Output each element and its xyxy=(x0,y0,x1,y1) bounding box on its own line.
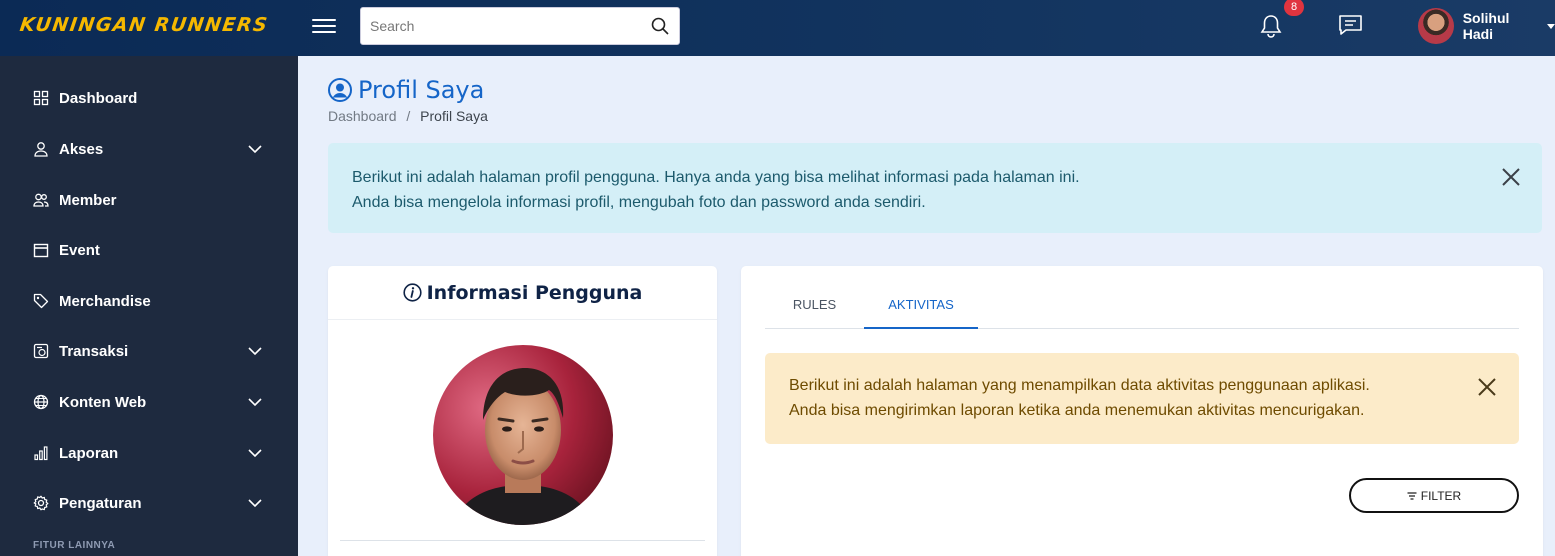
sidebar-item-label: Laporan xyxy=(59,444,119,462)
sidebar-item-akses[interactable]: Akses xyxy=(0,129,298,169)
user-info-card: Informasi Pengguna xyxy=(328,266,717,556)
search-input[interactable] xyxy=(361,8,631,44)
top-navbar: Kuningan Runners 8 Solihul Hadi xyxy=(0,0,1555,56)
sidebar-item-label: Event xyxy=(59,241,100,259)
chevron-down-icon xyxy=(248,449,262,458)
divider xyxy=(340,540,705,541)
sidebar-item-label: Merchandise xyxy=(59,292,151,310)
sidebar-section-label: FITUR LAINNYA xyxy=(33,540,116,551)
page-title: Profil Saya xyxy=(328,76,484,104)
chevron-down-icon xyxy=(248,347,262,356)
receipt-icon xyxy=(33,343,49,359)
menu-toggle-icon[interactable] xyxy=(312,15,336,37)
breadcrumb-separator: / xyxy=(406,108,411,124)
sidebar-item-member[interactable]: Member xyxy=(0,180,298,220)
sidebar-item-label: Member xyxy=(59,191,117,209)
sidebar-item-laporan[interactable]: Laporan xyxy=(0,433,298,473)
sidebar-item-event[interactable]: Event xyxy=(0,230,298,270)
sidebar-item-merchandise[interactable]: Merchandise xyxy=(0,281,298,321)
chevron-down-icon xyxy=(1547,23,1555,29)
activity-alert-line2: Anda bisa mengirimkan laporan ketika and… xyxy=(789,402,1365,419)
gear-icon xyxy=(33,495,49,511)
info-alert-line1: Berikut ini adalah halaman profil penggu… xyxy=(352,169,1080,186)
info-icon xyxy=(403,283,422,302)
search-icon[interactable] xyxy=(651,17,669,40)
tab-rules[interactable]: RULES xyxy=(765,286,864,329)
bell-icon[interactable] xyxy=(1260,14,1282,43)
activity-alert-line1: Berikut ini adalah halaman yang menampil… xyxy=(789,377,1370,394)
tab-bar: RULES AKTIVITAS xyxy=(765,286,1519,329)
breadcrumb-home-link[interactable]: Dashboard xyxy=(328,108,397,124)
grid-icon xyxy=(33,90,49,106)
activity-card: RULES AKTIVITAS Berikut ini adalah halam… xyxy=(741,266,1543,556)
chevron-down-icon xyxy=(248,145,262,154)
card-title: Informasi Pengguna xyxy=(426,281,643,304)
info-alert: Berikut ini adalah halaman profil penggu… xyxy=(328,143,1542,233)
breadcrumb: Dashboard / Profil Saya xyxy=(328,108,488,124)
close-icon[interactable] xyxy=(1477,377,1497,397)
user-name: Solihul Hadi xyxy=(1462,10,1510,42)
sidebar-item-label: Transaksi xyxy=(59,342,129,360)
sidebar-item-label: Akses xyxy=(59,140,104,158)
sidebar: Dashboard Akses Member Event Merchandise… xyxy=(0,56,298,556)
sidebar-item-label: Konten Web xyxy=(59,393,147,411)
sidebar-item-pengaturan[interactable]: Pengaturan xyxy=(0,483,298,523)
sidebar-item-konten-web[interactable]: Konten Web xyxy=(0,382,298,422)
chat-icon[interactable] xyxy=(1338,13,1363,42)
logo[interactable]: Kuningan Runners xyxy=(18,14,269,36)
sidebar-item-label: Pengaturan xyxy=(59,494,142,512)
sidebar-item-label: Dashboard xyxy=(59,89,138,107)
filter-button-label: FILTER xyxy=(1420,488,1462,503)
bar-chart-icon xyxy=(34,446,48,461)
activity-alert: Berikut ini adalah halaman yang menampil… xyxy=(765,353,1519,444)
avatar xyxy=(1418,8,1454,44)
tab-aktivitas[interactable]: AKTIVITAS xyxy=(864,286,978,329)
user-menu[interactable]: Solihul Hadi xyxy=(1418,8,1555,44)
card-header: Informasi Pengguna xyxy=(328,266,717,320)
sidebar-item-transaksi[interactable]: Transaksi xyxy=(0,331,298,371)
search-box xyxy=(360,7,680,45)
filter-icon xyxy=(1407,491,1417,500)
user-icon xyxy=(34,142,48,157)
tag-icon xyxy=(33,293,49,309)
info-alert-line2: Anda bisa mengelola informasi profil, me… xyxy=(352,194,926,211)
users-icon xyxy=(33,193,49,207)
sidebar-item-dashboard[interactable]: Dashboard xyxy=(0,78,298,118)
user-circle-icon xyxy=(328,78,352,102)
chevron-down-icon xyxy=(248,499,262,508)
chevron-down-icon xyxy=(248,398,262,407)
profile-photo[interactable] xyxy=(433,345,613,525)
globe-icon xyxy=(33,394,49,410)
filter-button[interactable]: FILTER xyxy=(1349,478,1519,513)
calendar-icon xyxy=(33,243,49,258)
page-title-text: Profil Saya xyxy=(358,76,485,104)
breadcrumb-current: Profil Saya xyxy=(420,108,488,124)
notification-badge: 8 xyxy=(1284,0,1304,16)
close-icon[interactable] xyxy=(1501,167,1521,187)
